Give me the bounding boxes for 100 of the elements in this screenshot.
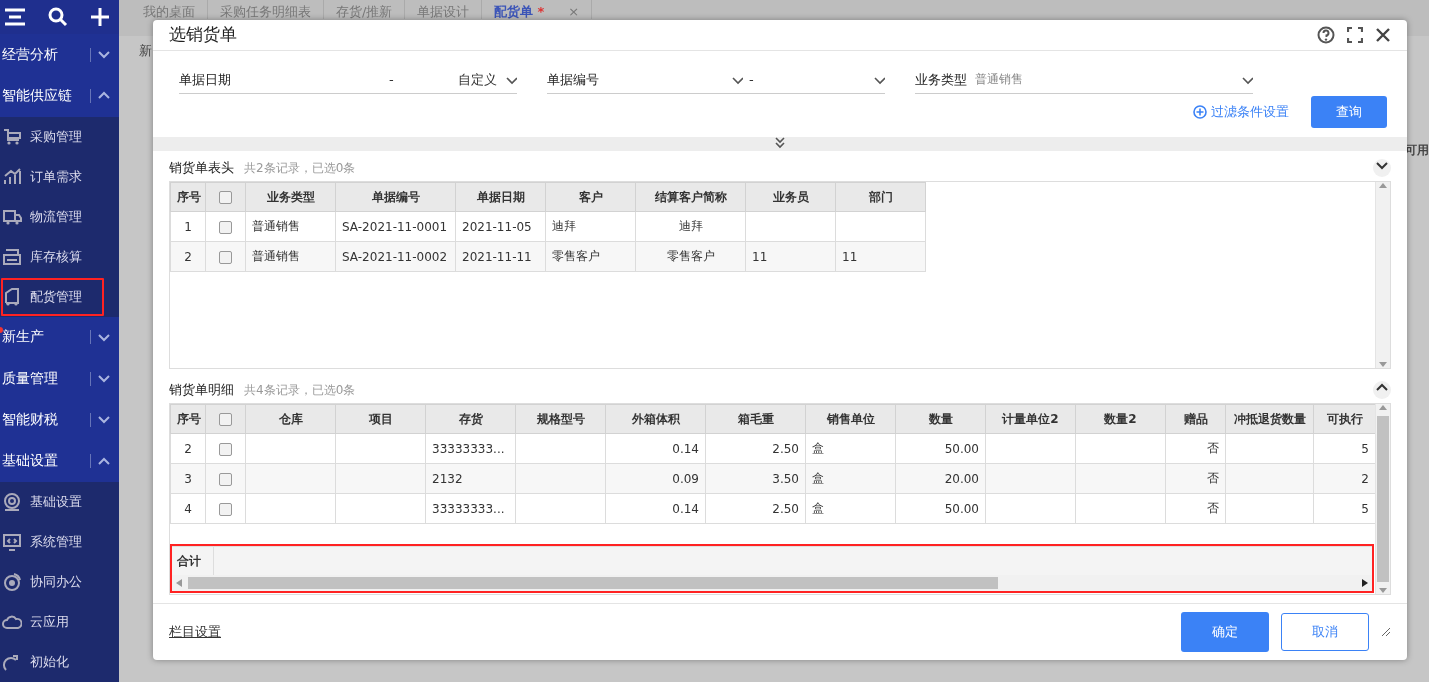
table-cell: 5: [1361, 501, 1369, 516]
record-count: 共4条记录，已选0条: [244, 381, 357, 399]
dialog-title: 选销货单: [169, 23, 238, 47]
resize-grip-icon[interactable]: [1381, 627, 1391, 638]
menu-group[interactable]: 质量管理: [0, 357, 119, 400]
field-label: 单据编号: [547, 70, 599, 89]
column-header[interactable]: 部门: [868, 189, 893, 204]
table-cell: 盒: [812, 441, 824, 456]
menu-item[interactable]: 采购管理: [0, 116, 119, 157]
filter-settings-link[interactable]: 过滤条件设置: [1193, 103, 1289, 122]
menu-group-label: 智能供应链: [1, 86, 73, 105]
select-filter-field[interactable]: 业务类型 普通销售: [915, 68, 1253, 94]
row-checkbox[interactable]: [219, 442, 232, 456]
table-cell: 2: [184, 249, 192, 264]
help-icon[interactable]: [1317, 25, 1335, 44]
date-mode-text: 自定义: [458, 70, 497, 89]
table-cell: 33333333...: [432, 501, 505, 516]
row-checkbox[interactable]: [219, 472, 232, 486]
menu-group-label: 质量管理: [1, 369, 59, 388]
column-header[interactable]: 存货: [458, 411, 483, 426]
menu-item[interactable]: 基础设置: [0, 482, 119, 522]
menu-item[interactable]: 库存核算: [0, 236, 119, 277]
column-header[interactable]: 数量2: [1104, 411, 1137, 426]
table-cell: 50.00: [944, 501, 979, 516]
menu-group[interactable]: 经营分析: [0, 33, 119, 76]
dolly-icon: [2, 286, 22, 307]
query-button[interactable]: 查询: [1311, 96, 1387, 129]
table-cell: 2: [184, 441, 192, 456]
table-cell: 零售客户: [552, 249, 600, 264]
table-cell: 2: [1361, 471, 1369, 486]
placeholder-text: 普通销售: [975, 71, 1024, 89]
bar-chart-icon: [2, 166, 22, 187]
expand-icon[interactable]: [97, 48, 111, 61]
menu-group[interactable]: 智能财税: [0, 399, 119, 441]
table-cell: 0.14: [672, 501, 699, 516]
expand-icon[interactable]: [1373, 381, 1391, 400]
menu-group[interactable]: 基础设置: [0, 440, 119, 482]
tab[interactable]: 配货单 *: [482, 0, 557, 19]
table-cell: 2.50: [772, 441, 799, 456]
table-cell: 迪拜: [678, 219, 703, 234]
confirm-button[interactable]: 确定: [1181, 612, 1269, 653]
menu-icon[interactable]: [4, 6, 26, 27]
table-cell: 盒: [812, 501, 824, 516]
menu-item[interactable]: 云应用: [0, 602, 119, 642]
table-cell: 普通销售: [252, 249, 300, 264]
plus-circle-icon: [1193, 105, 1207, 120]
column-header[interactable]: 箱毛重: [737, 411, 774, 426]
menu-group[interactable]: 智能供应链: [0, 75, 119, 117]
column-header[interactable]: 项目: [368, 411, 393, 426]
menu-group-label: 经营分析: [1, 45, 59, 64]
menu-group-label: 新生产: [1, 328, 45, 347]
table-cell: 普通销售: [252, 219, 300, 234]
plus-icon[interactable]: [90, 6, 110, 27]
menu-item[interactable]: 初始化: [0, 642, 119, 682]
monitor-icon: [2, 532, 22, 552]
maximize-icon[interactable]: [1347, 26, 1363, 43]
range-filter-field[interactable]: 单据编号 -: [547, 68, 885, 94]
select-all-checkbox[interactable]: [219, 413, 232, 427]
table-cell: 否: [1207, 441, 1219, 456]
table-cell: 5: [1361, 441, 1369, 456]
row-checkbox[interactable]: [219, 502, 232, 516]
table-cell: 否: [1207, 501, 1219, 516]
row-checkbox[interactable]: [219, 250, 232, 264]
search-icon[interactable]: [48, 6, 68, 27]
menu-item[interactable]: 协同办公: [0, 562, 119, 602]
table-cell: 1: [184, 219, 192, 234]
sync-icon: [2, 572, 22, 592]
column-settings-link[interactable]: 栏目设置: [169, 623, 1169, 642]
menu-group-label: 基础设置: [1, 452, 59, 471]
table-cell: 2.50: [772, 501, 799, 516]
horizontal-scrollbar[interactable]: [172, 575, 1372, 592]
column-header[interactable]: 数量: [928, 411, 953, 426]
scroll-right-icon[interactable]: [1362, 579, 1368, 588]
collapse-icon[interactable]: [1373, 159, 1391, 178]
column-header[interactable]: 客户: [578, 189, 603, 204]
menu-item[interactable]: 系统管理: [0, 522, 119, 562]
column-header[interactable]: 仓库: [278, 411, 303, 426]
table-cell: 50.00: [944, 441, 979, 456]
double-chevron-icon[interactable]: [773, 136, 787, 149]
table-cell: 3: [184, 471, 192, 486]
menu-item[interactable]: 物流管理: [0, 196, 119, 237]
table-cell: 11: [842, 249, 858, 264]
range-separator: -: [749, 72, 755, 88]
menu-item[interactable]: 订单需求: [0, 156, 119, 197]
table-cell: 零售客户: [666, 249, 715, 264]
cancel-button[interactable]: 取消: [1281, 613, 1369, 652]
section-title: 销货单表头: [169, 159, 234, 178]
select-all-checkbox[interactable]: [219, 191, 232, 205]
menu-group-label: 智能财税: [1, 410, 59, 429]
menu-group[interactable]: 新生产: [0, 316, 119, 358]
gear-icon: [2, 492, 22, 512]
close-icon[interactable]: [1375, 26, 1391, 43]
table-cell: 2132: [432, 471, 463, 486]
menu-item[interactable]: 配货管理: [0, 276, 105, 317]
date-filter-field[interactable]: 单据日期 - 自定义: [179, 68, 517, 94]
table-cell: 4: [184, 501, 192, 516]
field-label: 单据日期: [179, 70, 231, 89]
table-cell: 盒: [812, 471, 824, 486]
row-checkbox[interactable]: [219, 220, 232, 234]
table-cell: SA-2021-11-0001: [342, 219, 448, 234]
